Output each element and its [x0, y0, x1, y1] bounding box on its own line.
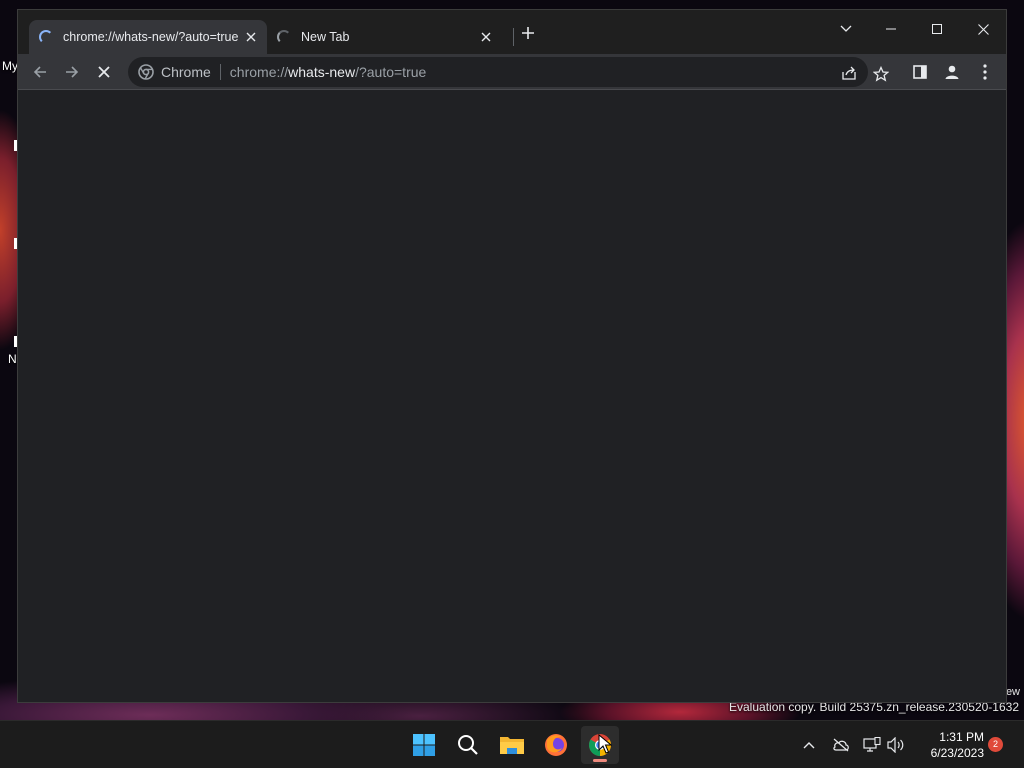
- url-scheme: chrome://: [229, 64, 289, 80]
- bookmark-button[interactable]: [872, 65, 890, 83]
- chevron-down-icon: [840, 25, 852, 32]
- new-tab-button[interactable]: [517, 24, 539, 46]
- tab-title: New Tab: [301, 30, 350, 44]
- url-path: /?auto=true: [355, 64, 427, 80]
- site-chip-label: Chrome: [161, 64, 211, 80]
- close-icon[interactable]: [476, 27, 496, 47]
- loading-spinner-icon: [39, 30, 53, 44]
- file-explorer-icon: [500, 737, 524, 754]
- search-icon: [458, 735, 478, 755]
- firefox-button[interactable]: [537, 726, 575, 764]
- chrome-logo-icon: [138, 64, 154, 80]
- running-indicator: [593, 759, 607, 762]
- firefox-icon: [545, 734, 567, 756]
- close-icon[interactable]: [241, 27, 261, 47]
- loading-spinner-icon: [277, 30, 291, 44]
- mouse-pointer-icon: [598, 734, 612, 754]
- share-button[interactable]: [840, 64, 858, 82]
- maximize-button[interactable]: [917, 14, 957, 44]
- kebab-menu-icon: [983, 64, 987, 80]
- share-icon: [842, 66, 856, 80]
- arrow-left-icon: [33, 66, 46, 78]
- network-icon: [863, 737, 881, 752]
- windows-start-icon: [413, 734, 435, 756]
- browser-toolbar: Chrome chrome://whats-new/?auto=true: [18, 54, 1006, 90]
- side-panel-button[interactable]: [906, 58, 934, 86]
- tab-new-tab[interactable]: New Tab: [267, 20, 502, 54]
- profile-button[interactable]: [938, 58, 966, 86]
- side-panel-icon: [913, 65, 927, 79]
- tab-search-button[interactable]: [826, 14, 866, 44]
- close-window-button[interactable]: [963, 14, 1003, 44]
- stop-loading-button[interactable]: [90, 58, 118, 86]
- address-bar[interactable]: Chrome chrome://whats-new/?auto=true: [128, 57, 868, 87]
- chrome-menu-button[interactable]: [971, 58, 999, 86]
- show-hidden-icons-button[interactable]: [799, 735, 819, 755]
- tab-separator: [513, 28, 514, 46]
- clock-date: 6/23/2023: [930, 746, 984, 760]
- clock-time: 1:31 PM: [939, 730, 984, 744]
- onedrive-offline-icon: [833, 738, 849, 752]
- notification-badge[interactable]: 2: [988, 737, 1003, 752]
- desktop-icon-label[interactable]: ew: [1006, 686, 1020, 698]
- chevron-up-icon: [803, 742, 815, 749]
- url-host: whats-new: [288, 64, 356, 80]
- forward-button[interactable]: [58, 58, 86, 86]
- system-clock[interactable]: 1:31 PM 6/23/2023: [914, 729, 984, 761]
- desktop-icon-label[interactable]: N: [8, 352, 17, 366]
- arrow-right-icon: [66, 66, 79, 78]
- minimize-button[interactable]: [871, 14, 911, 44]
- tab-title: chrome://whats-new/?auto=true: [63, 30, 239, 44]
- plus-icon: [522, 27, 534, 39]
- onedrive-status-button[interactable]: [831, 735, 851, 755]
- close-icon: [977, 23, 989, 35]
- network-button[interactable]: [862, 735, 882, 755]
- omnibox-divider: [219, 64, 221, 80]
- page-content-area[interactable]: [18, 91, 1006, 702]
- start-button[interactable]: [405, 726, 443, 764]
- stop-loading-icon: [98, 66, 110, 78]
- volume-button[interactable]: [886, 735, 906, 755]
- tab-whats-new[interactable]: chrome://whats-new/?auto=true: [29, 20, 267, 54]
- star-icon: [873, 66, 889, 82]
- back-button[interactable]: [26, 58, 54, 86]
- desktop-icon-label[interactable]: My: [2, 59, 18, 73]
- profile-icon: [945, 65, 959, 79]
- volume-icon: [887, 737, 904, 753]
- title-bar[interactable]: chrome://whats-new/?auto=true New Tab: [18, 10, 1006, 54]
- minimize-icon: [886, 28, 896, 30]
- chrome-window: chrome://whats-new/?auto=true New Tab Ch…: [17, 9, 1007, 703]
- file-explorer-button[interactable]: [493, 726, 531, 764]
- taskbar: 1:31 PM 6/23/2023 2: [0, 720, 1024, 768]
- maximize-icon: [932, 24, 942, 34]
- search-button[interactable]: [449, 726, 487, 764]
- url-text[interactable]: chrome://whats-new/?auto=true: [230, 64, 427, 80]
